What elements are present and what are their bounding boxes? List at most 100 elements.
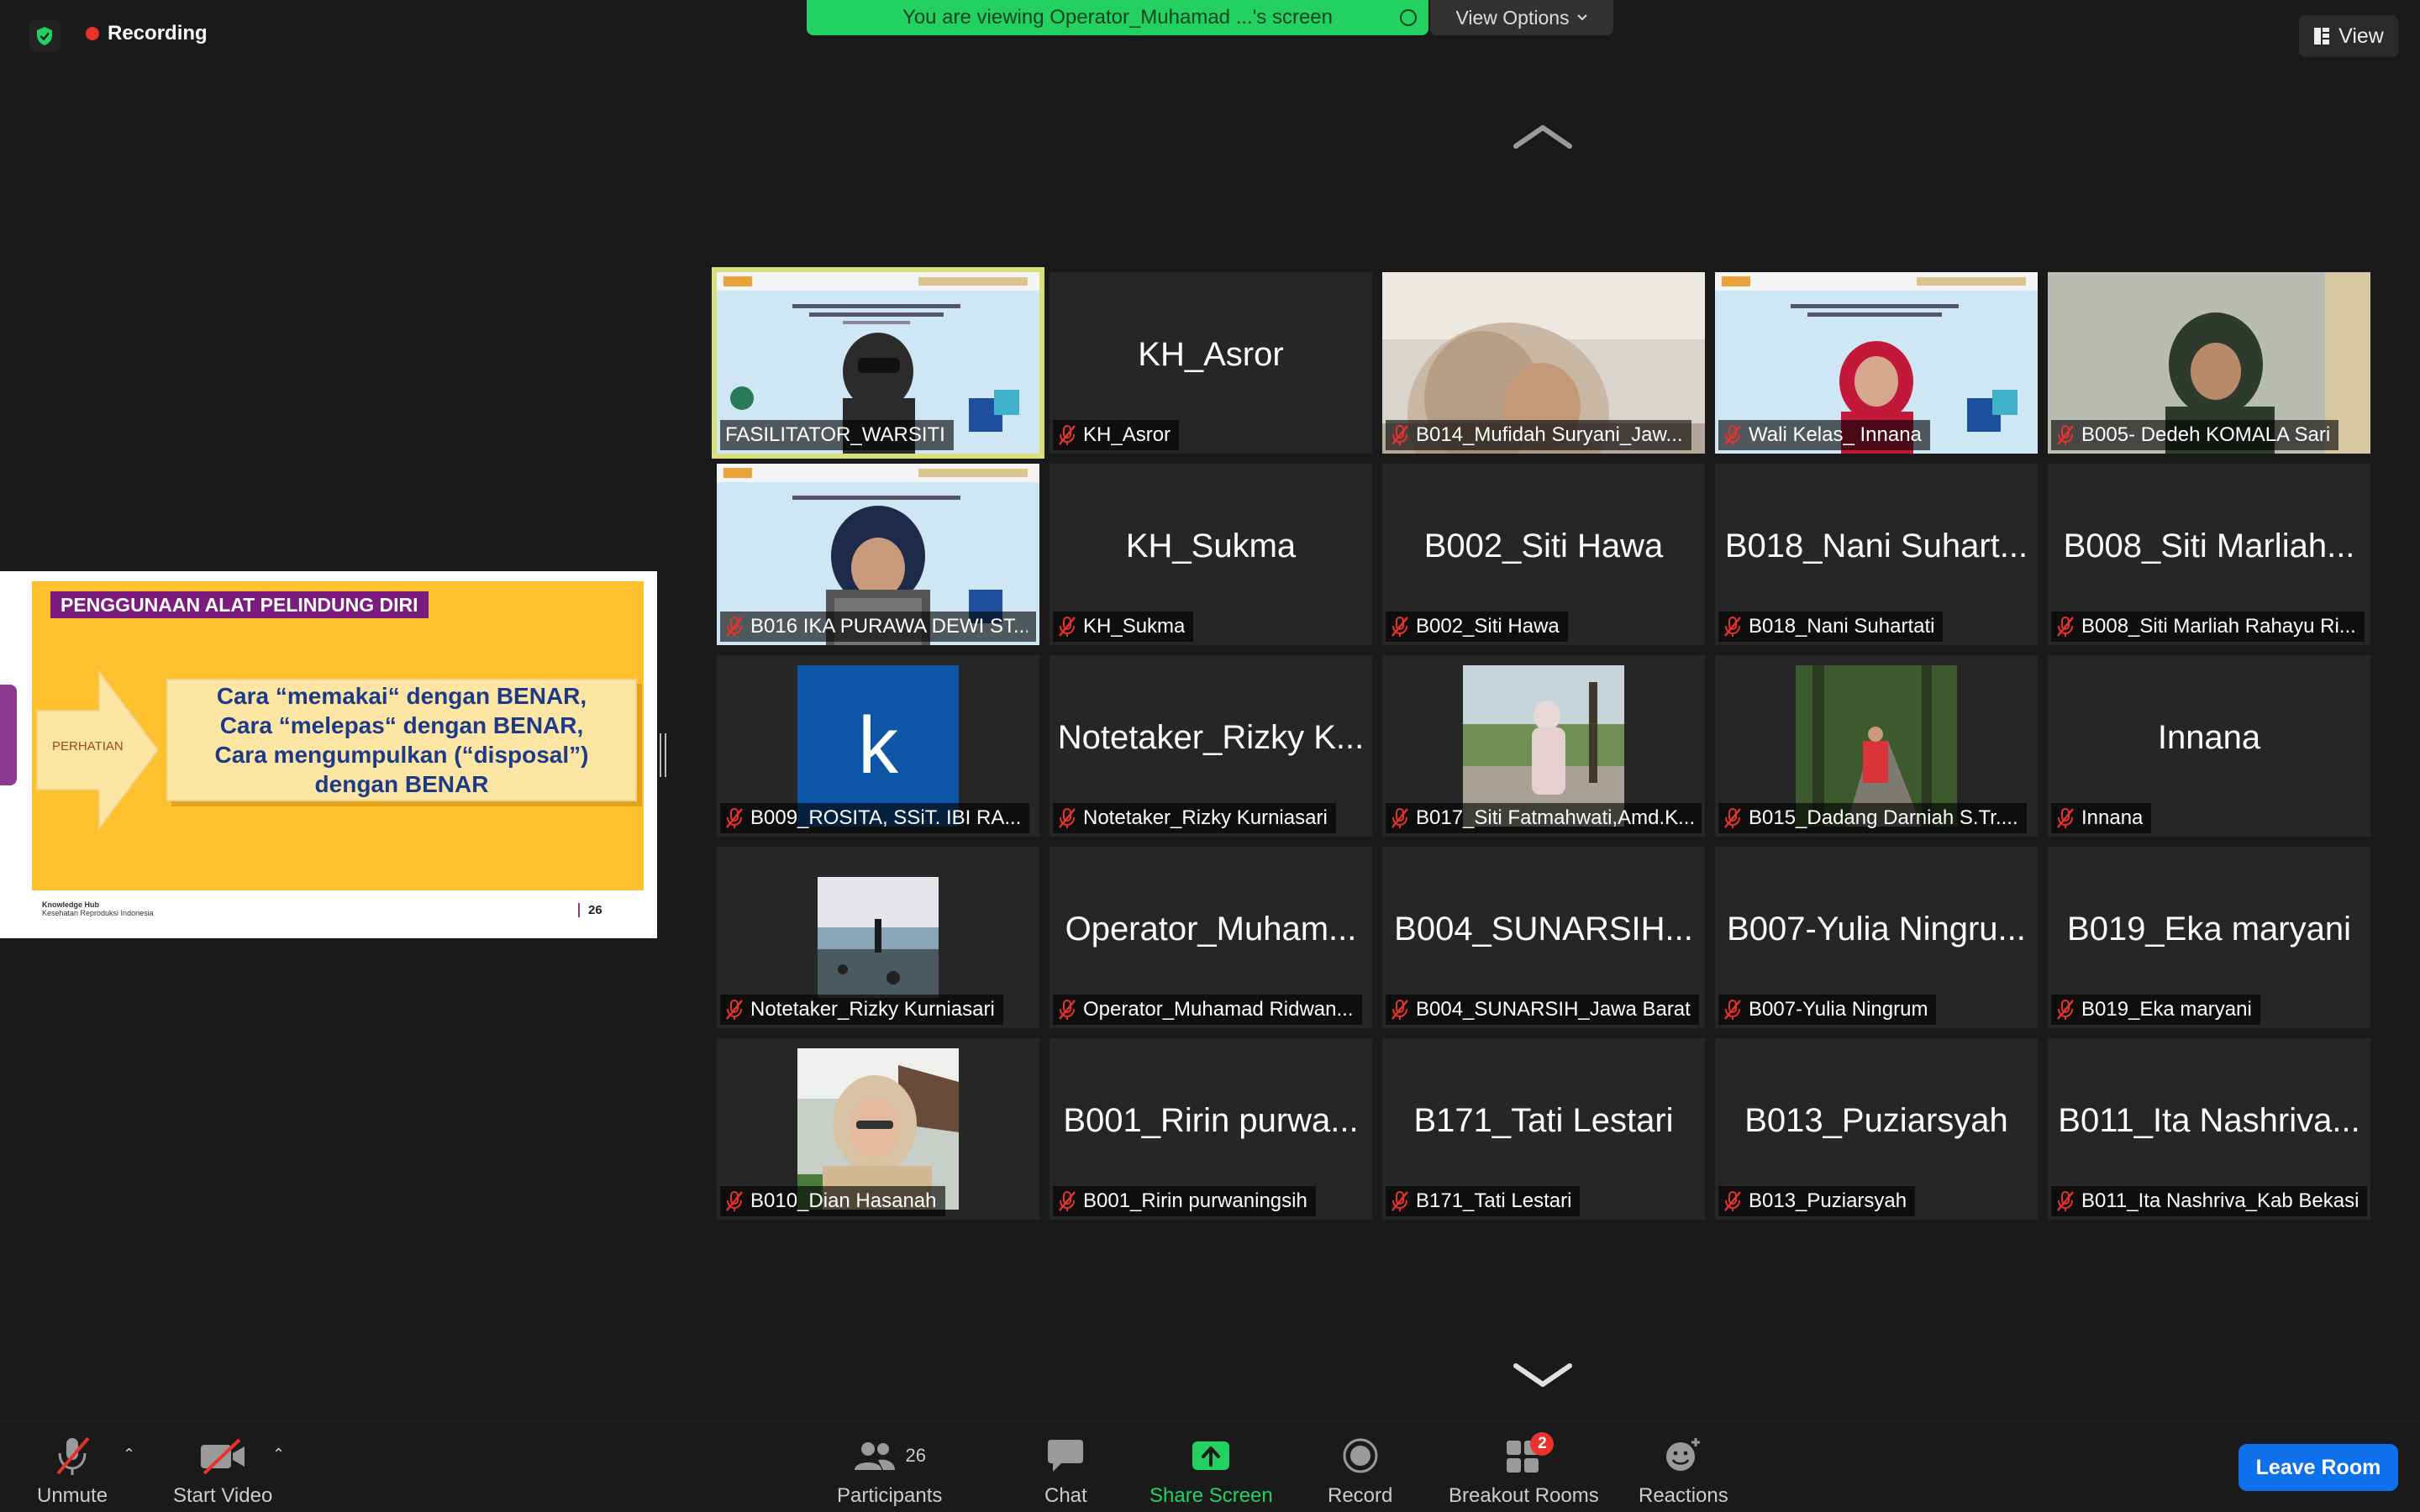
muted-mic-icon <box>726 808 743 828</box>
participant-display-name: KH_Asror <box>1138 336 1284 373</box>
unmute-button[interactable]: Unmute <box>37 1432 108 1508</box>
unmute-label: Unmute <box>37 1484 108 1507</box>
view-options-button[interactable]: View Options <box>1430 0 1613 35</box>
slide-line: Cara “melepas“ dengan BENAR, <box>219 712 584 738</box>
participant-tile[interactable]: B005- Dedeh KOMALA Sari <box>2048 272 2370 454</box>
muted-mic-icon <box>726 617 743 637</box>
participant-tile[interactable]: B008_Siti Marliah... B008_Siti Marliah R… <box>2048 464 2370 645</box>
participant-display-name: B008_Siti Marliah... <box>2063 528 2355 564</box>
participant-name: KH_Asror <box>1083 423 1171 446</box>
video-options-caret-icon[interactable]: ⌃ <box>272 1446 285 1463</box>
reactions-button[interactable]: Reactions <box>1639 1432 1728 1508</box>
participant-name: Notetaker_Rizky Kurniasari <box>1083 806 1328 829</box>
participant-display-name: B171_Tati Lestari <box>1413 1102 1674 1139</box>
participant-tile[interactable]: KH_Sukma KH_Sukma <box>1050 464 1372 645</box>
participants-button[interactable]: 26 Participants <box>837 1432 942 1508</box>
participant-display-name: B004_SUNARSIH... <box>1394 911 1693 948</box>
participant-name-tag: B007-Yulia Ningrum <box>1718 995 1937 1025</box>
participant-tile[interactable]: B007-Yulia Ningru... B007-Yulia Ningrum <box>1715 847 2038 1028</box>
participant-tile[interactable]: B016 IKA PURAWA DEWI ST... <box>717 464 1039 645</box>
chat-button[interactable]: Chat <box>1044 1432 1087 1508</box>
participant-tile[interactable]: Notetaker_Rizky K... Notetaker_Rizky Kur… <box>1050 655 1372 837</box>
security-shield-icon[interactable] <box>29 20 60 52</box>
leave-room-button[interactable]: Leave Room <box>2238 1444 2398 1491</box>
breakout-rooms-button[interactable]: 2 Breakout Rooms <box>1449 1432 1599 1508</box>
chat-label: Chat <box>1044 1484 1087 1507</box>
participant-tile[interactable]: FASILITATOR_WARSITI <box>712 267 1044 459</box>
participant-tile[interactable]: B004_SUNARSIH... B004_SUNARSIH_Jawa Bara… <box>1382 847 1705 1028</box>
muted-mic-icon <box>1724 1191 1741 1211</box>
participant-name: B013_Puziarsyah <box>1749 1189 1907 1212</box>
participant-name: B017_Siti Fatmahwati,Amd.K... <box>1416 806 1693 829</box>
muted-mic-icon <box>2057 425 2074 445</box>
split-view-drag-handle[interactable] <box>660 733 666 777</box>
start-video-button[interactable]: Start Video <box>173 1432 272 1508</box>
participant-tile[interactable]: KH_Asror KH_Asror <box>1050 272 1372 454</box>
participant-name-tag: B001_Ririn purwaningsih <box>1053 1186 1316 1216</box>
participant-tile[interactable]: B001_Ririn purwa... B001_Ririn purwaning… <box>1050 1038 1372 1220</box>
slide-line: dengan BENAR <box>314 771 489 797</box>
view-layout-button[interactable]: View <box>2299 15 2398 57</box>
participant-name: B002_Siti Hawa <box>1416 615 1560 638</box>
participant-tile[interactable]: Operator_Muham... Operator_Muhamad Ridwa… <box>1050 847 1372 1028</box>
participant-tile[interactable]: Wali Kelas_ Innana <box>1715 272 2038 454</box>
muted-mic-icon <box>1392 425 1408 445</box>
participant-tile[interactable]: B014_Mufidah Suryani_Jaw... <box>1382 272 1705 454</box>
participant-name: Notetaker_Rizky Kurniasari <box>750 998 995 1021</box>
participant-display-name: KH_Sukma <box>1125 528 1297 564</box>
participants-label: Participants <box>837 1484 943 1507</box>
muted-mic-icon <box>726 1000 743 1020</box>
record-label: Record <box>1328 1484 1393 1507</box>
participant-name-tag: Operator_Muhamad Ridwan... <box>1053 995 1362 1025</box>
participant-name-tag: B005- Dedeh KOMALA Sari <box>2051 420 2339 450</box>
participant-name: B171_Tati Lestari <box>1416 1189 1572 1212</box>
muted-mic-icon <box>1392 1191 1408 1211</box>
stop-viewing-icon[interactable] <box>1400 9 1417 26</box>
participant-tile[interactable]: B019_Eka maryani B019_Eka maryani <box>2048 847 2370 1028</box>
participants-icon <box>855 1442 896 1470</box>
participant-tile[interactable]: Innana Innana <box>2048 655 2370 837</box>
participant-name: Operator_Muhamad Ridwan... <box>1083 998 1354 1021</box>
participant-tile[interactable]: k B009_ROSITA, SSiT. IBI RA... <box>717 655 1039 837</box>
audio-options-caret-icon[interactable]: ⌃ <box>123 1446 135 1463</box>
participant-display-name: B007-Yulia Ningru... <box>1727 911 2026 948</box>
video-off-icon <box>201 1438 245 1475</box>
page-up-chevron-icon[interactable] <box>1509 119 1576 153</box>
participant-tile[interactable]: B171_Tati Lestari B171_Tati Lestari <box>1382 1038 1705 1220</box>
participant-name: FASILITATOR_WARSITI <box>725 423 945 446</box>
slide-footer-title: Knowledge Hub <box>42 900 99 909</box>
muted-mic-icon <box>1724 617 1741 637</box>
page-down-chevron-icon[interactable] <box>1509 1359 1576 1393</box>
participant-tile[interactable]: B018_Nani Suhart... B018_Nani Suhartati <box>1715 464 2038 645</box>
recording-indicator[interactable]: Recording <box>86 22 208 45</box>
participant-name-tag: B014_Mufidah Suryani_Jaw... <box>1386 420 1691 450</box>
share-screen-label: Share Screen <box>1150 1484 1273 1507</box>
participant-tile[interactable]: B010_Dian Hasanah <box>717 1038 1039 1220</box>
participant-tile[interactable]: B011_Ita Nashriva... B011_Ita Nashriva_K… <box>2048 1038 2370 1220</box>
participant-name: Wali Kelas_ Innana <box>1749 423 1922 446</box>
participant-display-name: Notetaker_Rizky K... <box>1057 719 1365 756</box>
record-button[interactable]: Record <box>1328 1432 1392 1508</box>
muted-mic-icon <box>1059 617 1076 637</box>
participant-name: B019_Eka maryani <box>2081 998 2252 1021</box>
participant-tile[interactable]: B017_Siti Fatmahwati,Amd.K... <box>1382 655 1705 837</box>
participants-count: 26 <box>905 1445 926 1466</box>
muted-mic-icon <box>726 1191 743 1211</box>
muted-mic-icon <box>1724 1000 1741 1020</box>
participant-display-name: B001_Ririn purwa... <box>1063 1102 1359 1139</box>
participant-tile[interactable]: B002_Siti Hawa B002_Siti Hawa <box>1382 464 1705 645</box>
participant-display-name: B019_Eka maryani <box>2067 911 2351 948</box>
participant-name-tag: Notetaker_Rizky Kurniasari <box>720 995 1003 1025</box>
muted-mic-icon <box>1724 425 1741 445</box>
share-screen-button[interactable]: Share Screen <box>1150 1432 1273 1508</box>
participant-name: B001_Ririn purwaningsih <box>1083 1189 1307 1212</box>
participant-name-tag: B010_Dian Hasanah <box>720 1186 945 1216</box>
participant-name-tag: B171_Tati Lestari <box>1386 1186 1581 1216</box>
participant-tile[interactable]: B015_Dadang Darniah S.Tr.... <box>1715 655 2038 837</box>
participant-name-tag: KH_Asror <box>1053 420 1180 450</box>
muted-microphone-icon <box>56 1436 90 1475</box>
participant-tile[interactable]: B013_Puziarsyah B013_Puziarsyah <box>1715 1038 2038 1220</box>
participant-name: Innana <box>2081 806 2144 829</box>
slide-title: PENGGUNAAN ALAT PELINDUNG DIRI <box>50 591 429 618</box>
participant-tile[interactable]: Notetaker_Rizky Kurniasari <box>717 847 1039 1028</box>
